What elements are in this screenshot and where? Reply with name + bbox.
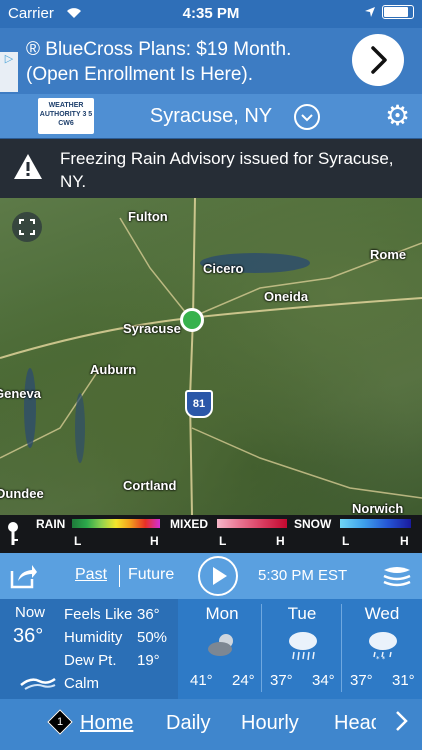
chevron-right-icon xyxy=(371,46,387,74)
forecast-high: 41° xyxy=(190,672,213,689)
svg-text:* *: * * xyxy=(376,655,386,662)
rain-high: H xyxy=(150,534,159,548)
play-button[interactable] xyxy=(198,556,238,596)
expand-map-icon[interactable] xyxy=(12,212,42,242)
forecast-low: 31° xyxy=(392,672,415,689)
settings-gear-icon[interactable]: ⚙ xyxy=(385,102,410,130)
forecast-day-name: Tue xyxy=(287,604,317,623)
ad-banner[interactable]: ▷ ® BlueCross Plans: $19 Month. (Open En… xyxy=(0,28,422,94)
cloudy-icon xyxy=(208,634,233,656)
interstate-shield: 81 xyxy=(185,390,213,418)
map-label-fulton: Fulton xyxy=(128,209,168,224)
adchoices-icon[interactable]: ▷ xyxy=(0,52,18,92)
snow-rain-icon: * * xyxy=(369,632,397,662)
advisory-message: Freezing Rain Advisory issued for Syracu… xyxy=(60,149,394,191)
nav-home[interactable]: Home xyxy=(80,712,133,735)
forecast-day-name: Wed xyxy=(364,604,400,623)
snow-low: L xyxy=(342,534,350,548)
notification-badge: 1 xyxy=(47,709,73,735)
forecast-day[interactable]: Wed * * 37° 31° xyxy=(342,599,422,699)
nav-headlines[interactable]: Headlines xyxy=(334,712,376,735)
map-label-rome: Rome xyxy=(370,247,407,262)
dew-point-label: Dew Pt. xyxy=(64,652,117,669)
battery-icon xyxy=(382,5,414,19)
feels-like-value: 36° xyxy=(137,606,160,623)
current-conditions[interactable]: Now 36° Feels Like 36° Humidity 50% Dew … xyxy=(0,599,178,699)
nav-more-chevron-icon[interactable] xyxy=(394,707,410,742)
ad-go-button[interactable] xyxy=(352,34,404,86)
map-label-dundee: Dundee xyxy=(0,486,44,501)
forecast-day-name: Mon xyxy=(205,604,239,623)
current-temp: 36° xyxy=(13,625,44,647)
forecast-high: 37° xyxy=(270,672,293,689)
humidity-label: Humidity xyxy=(64,629,123,646)
map-label-geneva: Geneva xyxy=(0,386,41,401)
map-label-cortland: Cortland xyxy=(123,478,177,493)
forecast-high: 37° xyxy=(350,672,373,689)
wind-value: Calm xyxy=(64,675,100,692)
location-arrow-icon xyxy=(365,7,375,17)
bottom-nav: 1 Home Daily Hourly Headlines xyxy=(0,699,422,750)
map-label-syracuse: Syracuse xyxy=(123,321,181,336)
rain-scale-bar xyxy=(72,519,160,528)
mixed-high: H xyxy=(276,534,285,548)
wind-icon xyxy=(20,677,56,690)
toggle-separator xyxy=(119,565,120,587)
mixed-scale-bar xyxy=(217,519,287,528)
nav-hourly[interactable]: Hourly xyxy=(241,712,299,735)
warning-icon xyxy=(14,154,42,179)
location-title[interactable]: Syracuse, NY xyxy=(0,105,422,128)
map-label-oneida: Oneida xyxy=(264,289,309,304)
forecast-day[interactable]: Mon 41° 24° xyxy=(182,599,262,699)
radar-controls: Past Future 5:30 PM EST xyxy=(0,553,422,599)
rain-low: L xyxy=(74,534,82,548)
location-dropdown-icon[interactable] xyxy=(294,104,320,130)
forecast-low: 24° xyxy=(232,672,255,689)
mixed-label: MIXED xyxy=(170,517,209,531)
map-roads xyxy=(0,198,422,515)
snow-high: H xyxy=(400,534,409,548)
forecast-low: 34° xyxy=(312,672,335,689)
map-label-cicero: Cicero xyxy=(203,261,244,276)
key-icon xyxy=(8,522,18,545)
play-icon xyxy=(213,567,227,585)
past-toggle[interactable]: Past xyxy=(75,566,107,584)
app-header: WEATHER AUTHORITY 3 5 CW6 Syracuse, NY ⚙ xyxy=(0,94,422,139)
ad-text[interactable]: ® BlueCross Plans: $19 Month. (Open Enro… xyxy=(26,37,346,87)
snow-label: SNOW xyxy=(294,517,332,531)
radar-timestamp: 5:30 PM EST xyxy=(258,567,348,584)
radar-legend: RAIN L H MIXED L H SNOW L H xyxy=(0,515,422,553)
status-right xyxy=(364,5,414,19)
snow-scale-bar xyxy=(340,519,411,528)
radar-map[interactable]: Fulton Cicero Rome Oneida Syracuse Aubur… xyxy=(0,198,422,515)
status-bar: Carrier 4:35 PM xyxy=(0,0,422,28)
feels-like-label: Feels Like xyxy=(64,606,133,623)
nav-daily[interactable]: Daily xyxy=(166,712,210,735)
mixed-low: L xyxy=(219,534,227,548)
weather-advisory[interactable]: Freezing Rain Advisory issued for Syracu… xyxy=(0,139,422,198)
current-location-marker[interactable] xyxy=(180,308,204,332)
map-label-auburn: Auburn xyxy=(90,362,137,377)
humidity-value: 50% xyxy=(137,629,168,646)
future-toggle[interactable]: Future xyxy=(128,566,174,584)
rain-label: RAIN xyxy=(36,517,66,531)
forecast-day[interactable]: Tue 37° 34° xyxy=(262,599,342,699)
dew-point-value: 19° xyxy=(137,652,160,669)
clock-time: 4:35 PM xyxy=(182,5,240,22)
now-label: Now xyxy=(15,604,46,621)
layers-icon[interactable] xyxy=(382,563,412,589)
map-label-norwich: Norwich xyxy=(352,501,404,515)
share-icon[interactable] xyxy=(10,563,38,589)
rain-icon xyxy=(289,632,317,661)
forecast-panel: Now 36° Feels Like 36° Humidity 50% Dew … xyxy=(0,599,422,699)
